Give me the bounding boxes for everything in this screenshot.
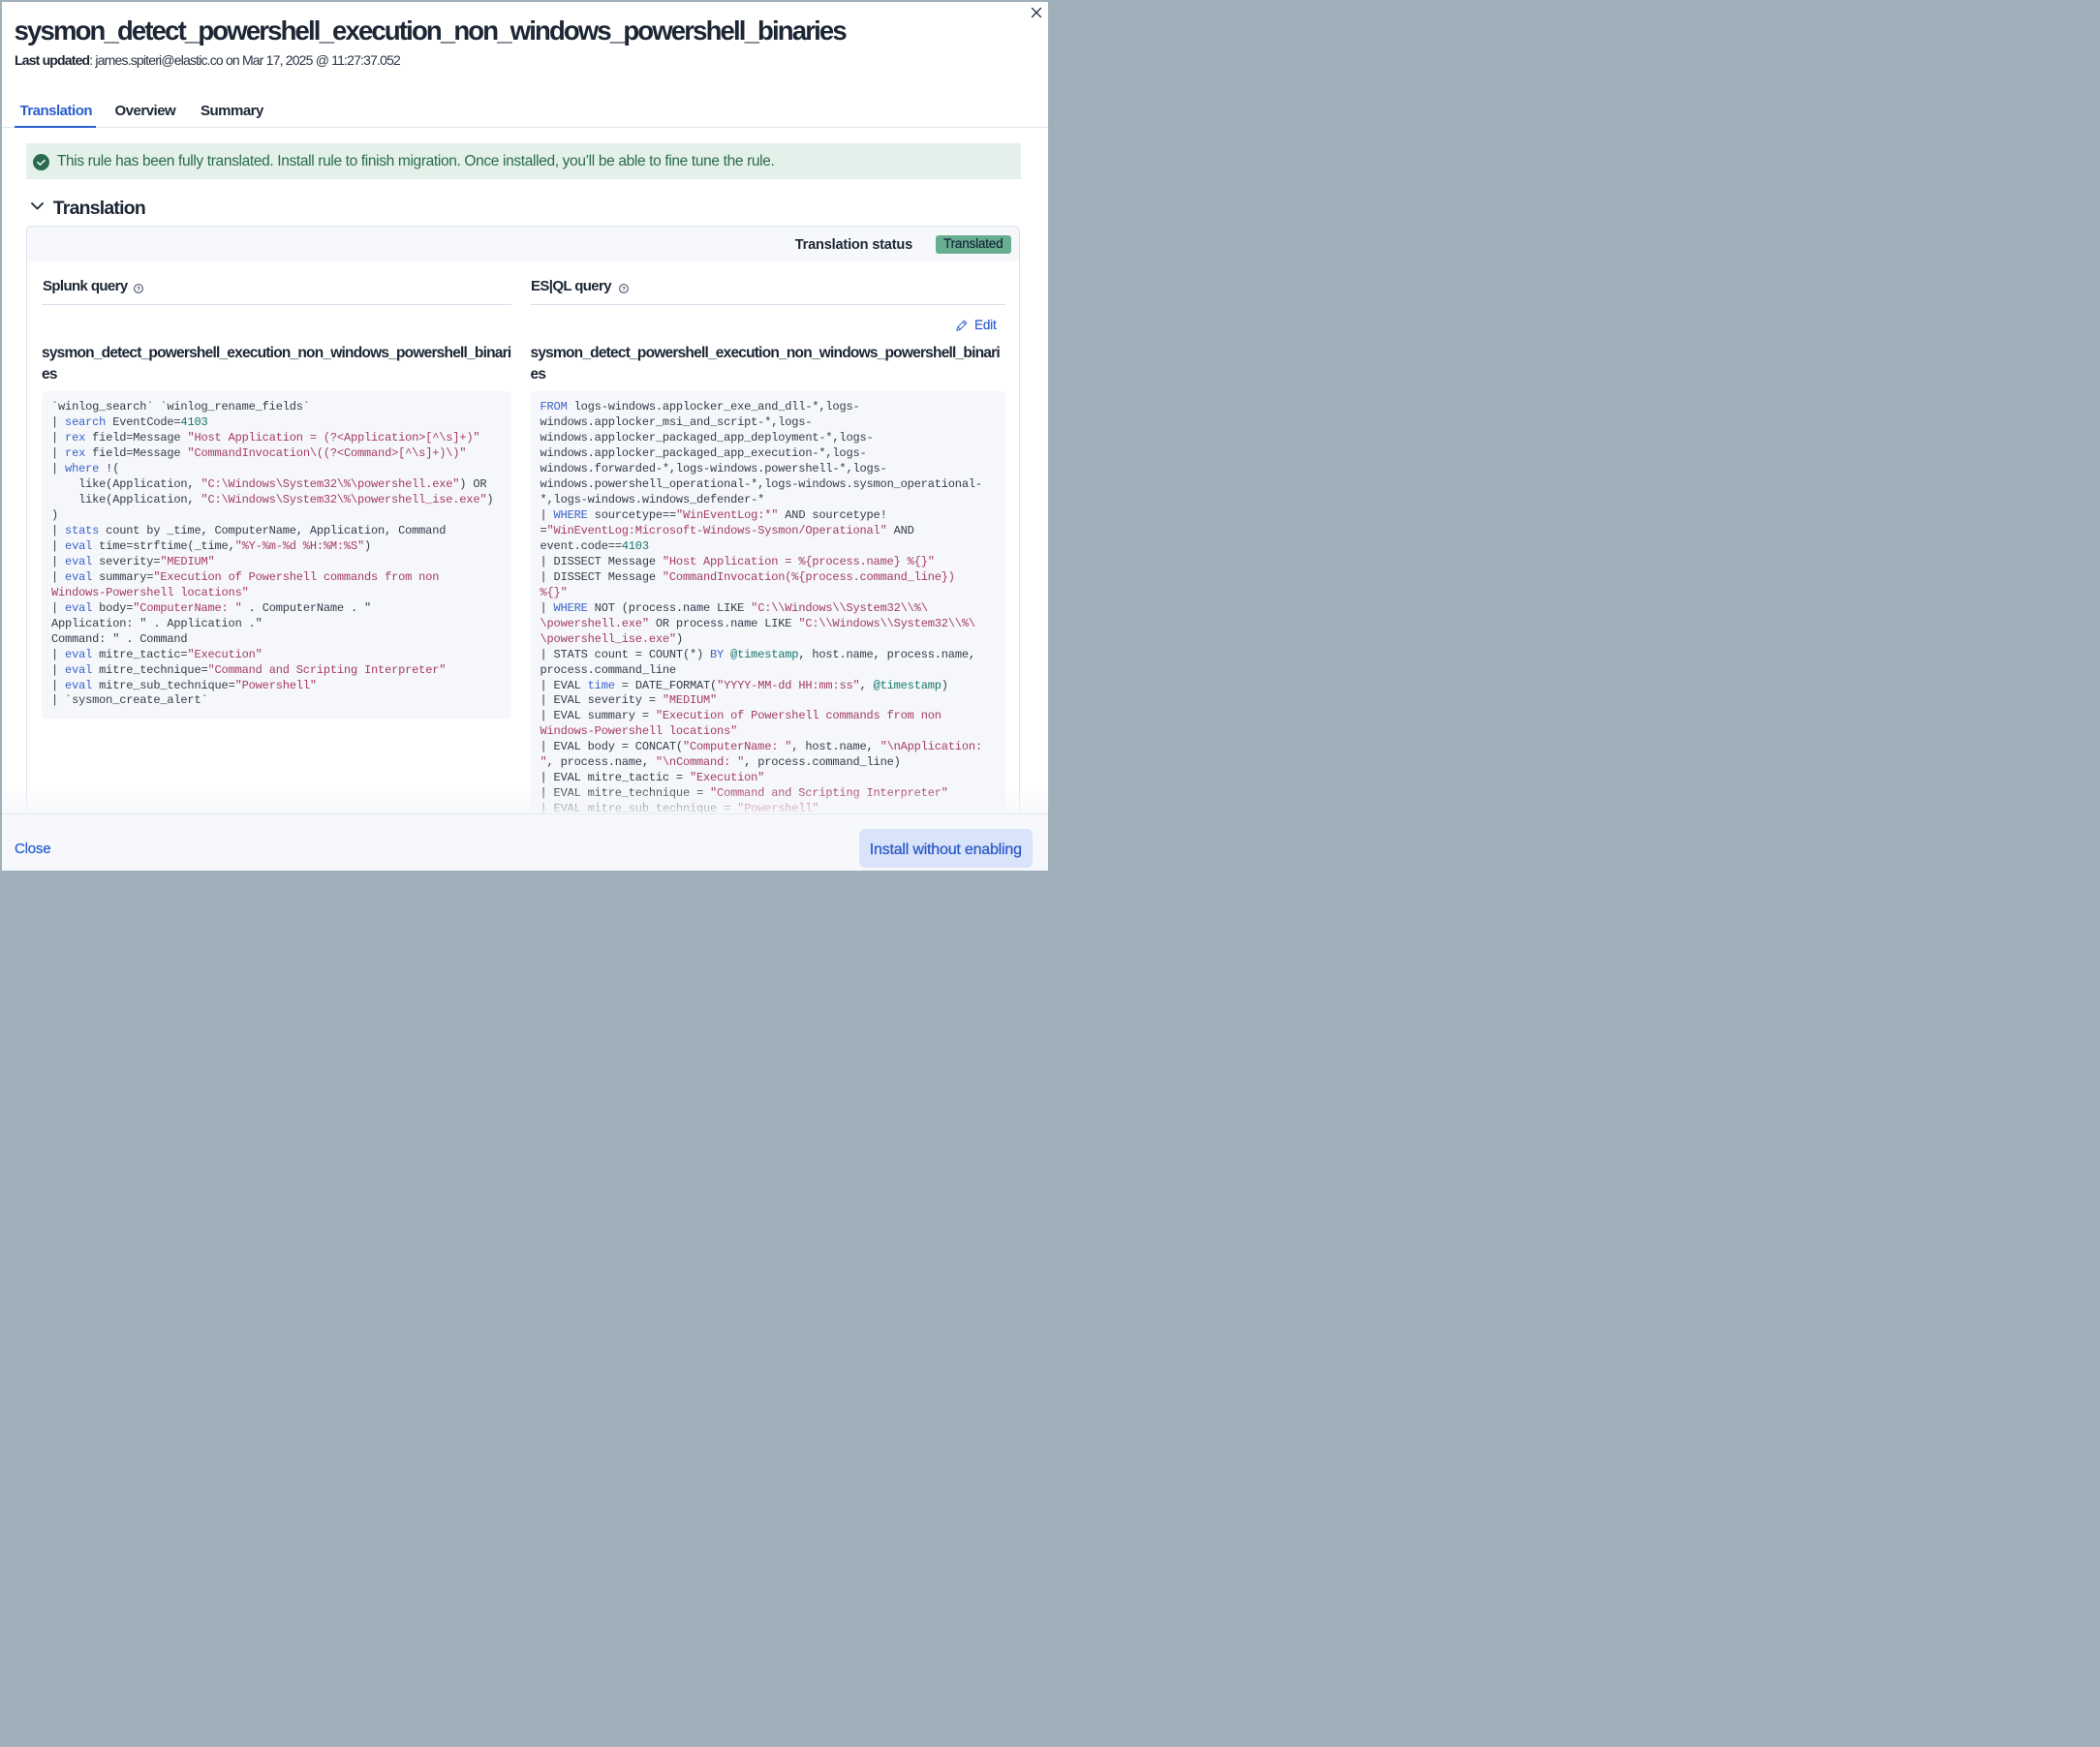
svg-text:?: ? xyxy=(137,286,140,292)
